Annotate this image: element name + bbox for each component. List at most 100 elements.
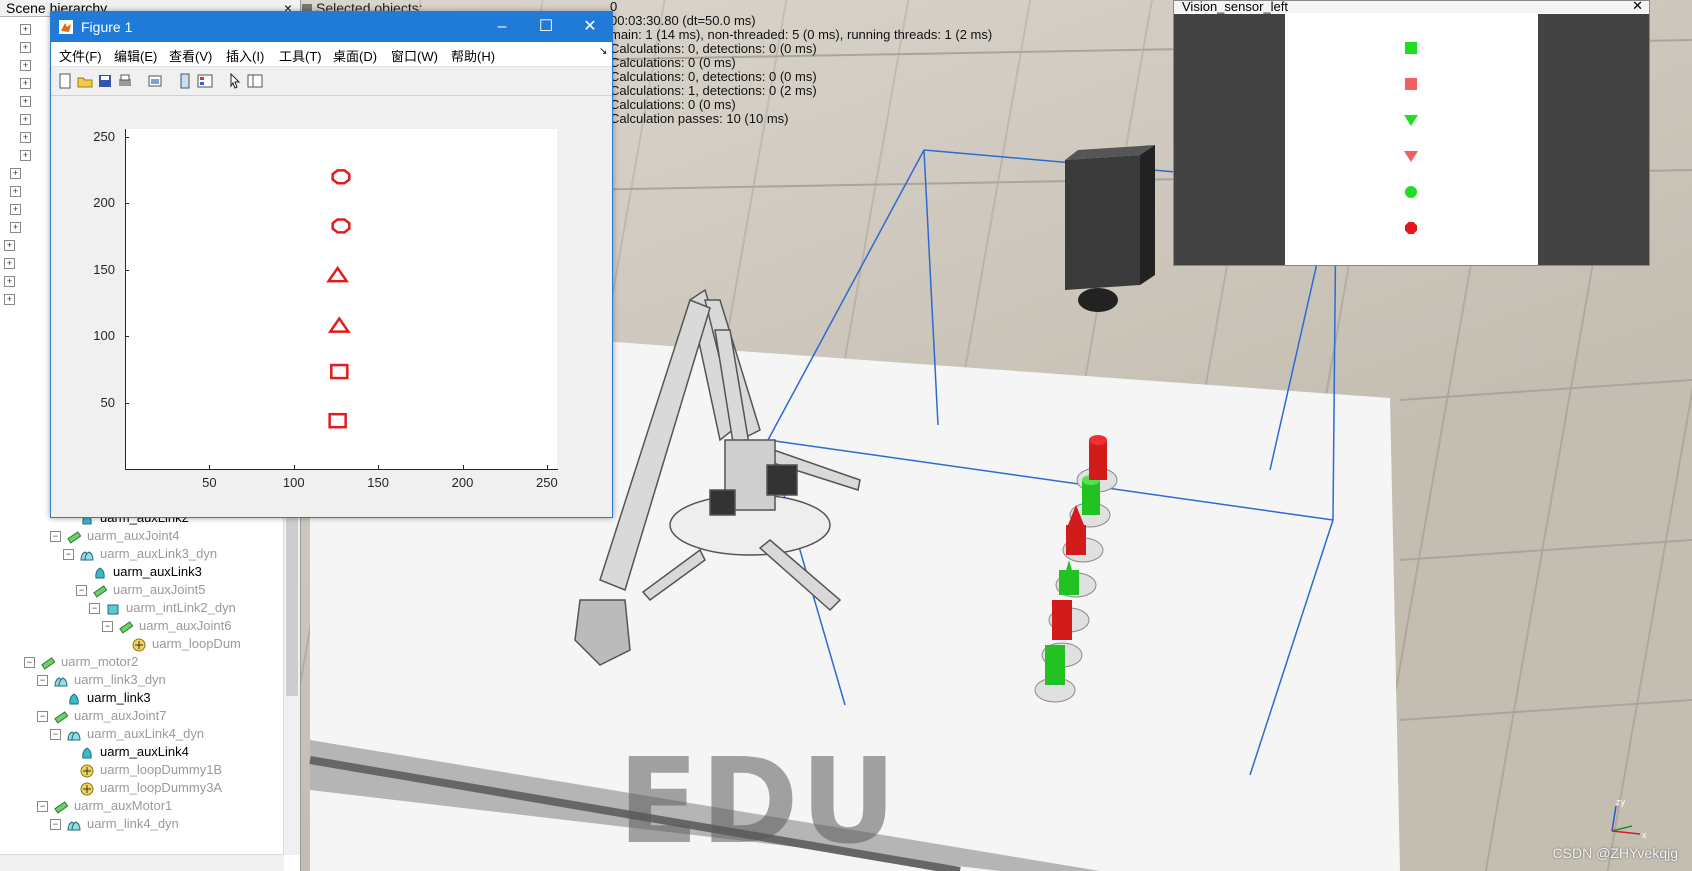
- hierarchy-item-collapsed[interactable]: +: [20, 92, 37, 110]
- hierarchy-item[interactable]: − uarm_auxJoint7: [37, 707, 167, 725]
- hierarchy-item[interactable]: − uarm_auxJoint4: [50, 527, 180, 545]
- hierarchy-item-collapsed[interactable]: +: [20, 74, 37, 92]
- menu-file[interactable]: 文件(F): [59, 46, 102, 65]
- hierarchy-item-collapsed[interactable]: +: [20, 20, 37, 38]
- figure-window[interactable]: Figure 1 – ☐ ✕ 文件(F) 编辑(E) 查看(V) 插入(I) 工…: [50, 11, 613, 518]
- menu-window[interactable]: 窗口(W): [391, 46, 438, 65]
- close-button[interactable]: ✕: [568, 12, 612, 42]
- hierarchy-item[interactable]: − uarm_auxLink3_dyn: [63, 545, 217, 563]
- maximize-button[interactable]: ☐: [524, 12, 568, 42]
- hierarchy-item-collapsed[interactable]: +: [10, 218, 27, 236]
- collapse-icon[interactable]: −: [24, 657, 35, 669]
- horizontal-scrollbar[interactable]: [0, 854, 284, 871]
- hierarchy-item[interactable]: − uarm_auxJoint6: [102, 617, 232, 635]
- collapse-icon[interactable]: −: [50, 531, 61, 543]
- undock-icon[interactable]: ↘: [599, 46, 607, 57]
- hierarchy-item-collapsed[interactable]: +: [20, 110, 37, 128]
- menu-help[interactable]: 帮助(H): [451, 46, 495, 65]
- property-editor-icon[interactable]: [247, 73, 263, 89]
- collapse-icon[interactable]: −: [76, 585, 87, 597]
- hierarchy-item-collapsed[interactable]: +: [4, 254, 21, 272]
- vision-sensor-window[interactable]: Vision_sensor_left ✕: [1173, 0, 1650, 266]
- expand-icon[interactable]: +: [20, 132, 31, 144]
- dynamic-shape-icon: [54, 677, 68, 687]
- hierarchy-item-collapsed[interactable]: +: [20, 56, 37, 74]
- hierarchy-item[interactable]: − uarm_intLink2_dyn: [89, 599, 236, 617]
- hierarchy-item-collapsed[interactable]: +: [10, 182, 27, 200]
- expand-icon[interactable]: +: [10, 222, 21, 234]
- expand-icon[interactable]: +: [4, 240, 15, 252]
- data-point-hexagon: [331, 169, 351, 185]
- expand-icon[interactable]: +: [10, 204, 21, 216]
- hierarchy-item-collapsed[interactable]: +: [20, 128, 37, 146]
- collapse-icon[interactable]: −: [37, 675, 48, 687]
- menu-edit[interactable]: 编辑(E): [114, 46, 157, 65]
- expand-icon[interactable]: +: [20, 42, 31, 54]
- print-icon[interactable]: [117, 73, 133, 89]
- hierarchy-item-collapsed[interactable]: +: [10, 164, 27, 182]
- figure-titlebar[interactable]: Figure 1 – ☐ ✕: [51, 12, 612, 42]
- hierarchy-item[interactable]: − uarm_auxLink4_dyn: [50, 725, 204, 743]
- hierarchy-item-label: uarm_auxLink4_dyn: [87, 726, 205, 741]
- y-tick: [125, 136, 129, 138]
- menu-desktop[interactable]: 桌面(D): [333, 46, 377, 65]
- link-plot-icon[interactable]: [177, 73, 193, 89]
- new-figure-icon[interactable]: [57, 73, 73, 89]
- hierarchy-item-collapsed[interactable]: +: [10, 200, 27, 218]
- vision-window-titlebar[interactable]: Vision_sensor_left ✕: [1174, 0, 1649, 13]
- expand-icon[interactable]: +: [4, 294, 15, 306]
- expand-icon[interactable]: +: [20, 150, 31, 162]
- hierarchy-item[interactable]: uarm_link3: [50, 689, 151, 707]
- status-line: 00:03:30.80 (dt=50.0 ms): [610, 13, 756, 28]
- expand-icon[interactable]: +: [20, 96, 31, 108]
- x-tick-label: 250: [536, 475, 558, 490]
- expand-icon[interactable]: +: [20, 114, 31, 126]
- expand-icon[interactable]: +: [20, 78, 31, 90]
- data-point-triangle: [327, 316, 351, 333]
- collapse-icon[interactable]: −: [37, 801, 48, 813]
- menu-insert[interactable]: 插入(I): [226, 46, 264, 65]
- insert-legend-icon[interactable]: [197, 73, 213, 89]
- hierarchy-item-label: uarm_auxJoint5: [113, 582, 206, 597]
- hierarchy-item[interactable]: uarm_loopDummy1B: [63, 761, 222, 779]
- collapse-icon[interactable]: −: [102, 621, 113, 633]
- hierarchy-item-collapsed[interactable]: +: [4, 236, 21, 254]
- hierarchy-item[interactable]: uarm_auxLink4: [63, 743, 189, 761]
- close-icon[interactable]: ✕: [1632, 0, 1643, 12]
- hierarchy-item[interactable]: − uarm_motor2: [24, 653, 138, 671]
- expand-icon[interactable]: +: [10, 168, 21, 180]
- hierarchy-item[interactable]: − uarm_auxJoint5: [76, 581, 206, 599]
- menu-view[interactable]: 查看(V): [169, 46, 212, 65]
- hierarchy-item[interactable]: uarm_auxLink3: [76, 563, 202, 581]
- hierarchy-item[interactable]: uarm_loopDum: [115, 635, 241, 653]
- minimize-button[interactable]: –: [480, 12, 524, 42]
- hierarchy-item[interactable]: − uarm_link3_dyn: [37, 671, 166, 689]
- menu-tools[interactable]: 工具(T): [279, 46, 322, 65]
- hierarchy-item[interactable]: uarm_loopDummy3A: [63, 779, 222, 797]
- collapse-icon[interactable]: −: [50, 729, 61, 741]
- expand-icon[interactable]: +: [20, 24, 31, 36]
- hierarchy-item-label: uarm_auxJoint4: [87, 528, 180, 543]
- collapse-icon[interactable]: −: [37, 711, 48, 723]
- pointer-icon[interactable]: [227, 73, 243, 89]
- hierarchy-item[interactable]: − uarm_auxMotor1: [37, 797, 172, 815]
- print-preview-icon[interactable]: [147, 73, 163, 89]
- expand-icon[interactable]: +: [4, 276, 15, 288]
- collapse-icon[interactable]: −: [50, 819, 61, 831]
- dynamic-shape-icon: [67, 731, 81, 741]
- shape-icon: [95, 566, 105, 579]
- hierarchy-item-collapsed[interactable]: +: [4, 290, 21, 308]
- dummy-icon: [132, 638, 146, 652]
- collapse-icon[interactable]: −: [89, 603, 100, 615]
- expand-icon[interactable]: +: [20, 60, 31, 72]
- hierarchy-item-collapsed[interactable]: +: [20, 146, 37, 164]
- save-icon[interactable]: [97, 73, 113, 89]
- hierarchy-item[interactable]: − uarm_link4_dyn: [50, 815, 179, 833]
- hierarchy-item-collapsed[interactable]: +: [20, 38, 37, 56]
- open-file-icon[interactable]: [77, 73, 93, 89]
- expand-icon[interactable]: +: [10, 186, 21, 198]
- collapse-icon[interactable]: −: [63, 549, 74, 561]
- plot-area[interactable]: [125, 129, 557, 469]
- hierarchy-item-collapsed[interactable]: +: [4, 272, 21, 290]
- expand-icon[interactable]: +: [4, 258, 15, 270]
